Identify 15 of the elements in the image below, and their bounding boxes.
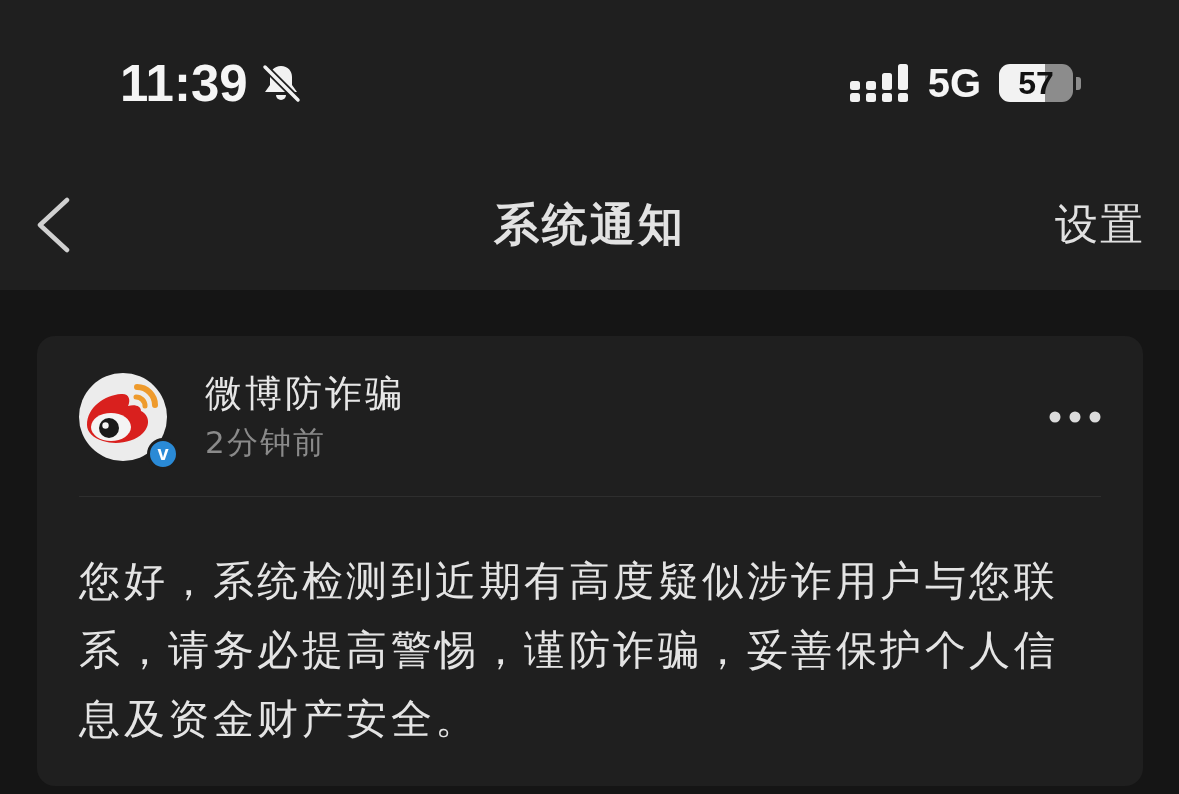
post-time: 2分钟前	[205, 424, 326, 462]
eye-logo-avatar-icon	[79, 372, 167, 461]
more-button[interactable]	[1049, 410, 1101, 423]
battery-indicator: 57	[999, 64, 1081, 102]
network-type: 5G	[927, 63, 981, 103]
sender-name: 微博防诈骗	[205, 372, 405, 417]
chevron-left-icon	[36, 197, 70, 253]
signal-bars-icon	[849, 63, 910, 103]
notification-message: 您好，系统检测到近期有高度疑似涉诈用户与您联系，请务必提高警惕，谨防诈骗，妥善保护个人信息及资金财产安全。	[79, 555, 1059, 745]
back-button[interactable]	[36, 197, 70, 253]
settings-link[interactable]: 设置	[1055, 196, 1145, 254]
page-title: 系统通知	[493, 197, 686, 253]
status-time: 11:39	[120, 57, 248, 109]
more-icon	[1049, 410, 1101, 423]
verified-badge: v	[147, 437, 179, 470]
